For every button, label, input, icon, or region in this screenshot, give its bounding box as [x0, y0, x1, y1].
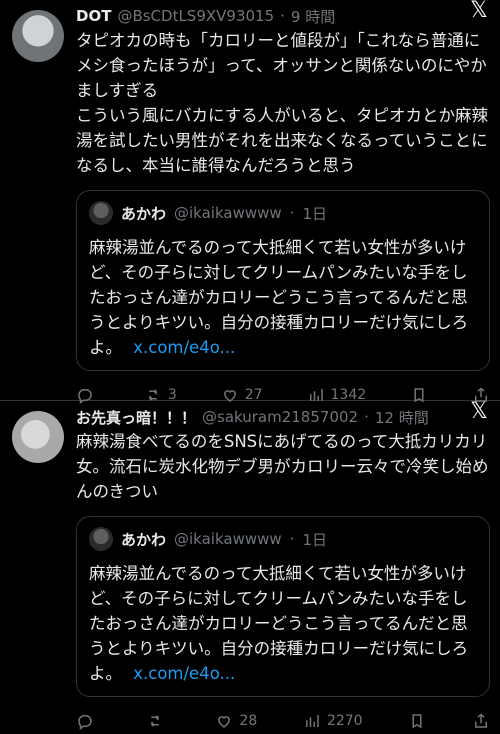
tweet-text: 麻辣湯食べてるのをSNSにあげてるのって大抵カリカリ女。流石に炭水化物デブ男がカ… [76, 429, 490, 504]
quote-text: 麻辣湯並んでるのって大抵細くて若い女性が多いけど、その子らに対してクリームパンみ… [89, 561, 477, 686]
quoted-tweet[interactable]: あかわ @ikaikawwww · 1日 麻辣湯並んでるのって大抵細くて若い女性… [76, 516, 490, 697]
retweet-button[interactable] [146, 711, 170, 731]
reply-icon [76, 712, 94, 730]
bookmark-button[interactable] [408, 711, 426, 731]
quote-author-handle[interactable]: @ikaikawwww [174, 530, 282, 548]
avatar[interactable] [12, 10, 64, 62]
author-name[interactable]: DOT [76, 7, 111, 25]
quote-avatar[interactable] [89, 201, 113, 225]
tweet-text: タピオカの時も「カロリーと値段が」「これなら普通にメシ食ったほうが」って、オッサ… [76, 28, 490, 178]
share-icon [472, 712, 490, 730]
quote-author-name[interactable]: あかわ [121, 529, 166, 550]
tweet-text-line: 麻辣湯食べてるのをSNSにあげてるのって大抵カリカリ女。流石に炭水化物デブ男がカ… [76, 432, 489, 501]
views-button[interactable]: 2270 [303, 711, 363, 731]
quote-text: 麻辣湯並んでるのって大抵細くて若い女性が多いけど、その子らに対してクリームパンみ… [89, 235, 477, 360]
tweet-time[interactable]: 12 時間 [375, 407, 429, 428]
quote-link[interactable]: x.com/e4o... [133, 338, 235, 357]
quote-time[interactable]: 1日 [302, 529, 327, 550]
reply-button[interactable] [76, 711, 100, 731]
author-handle[interactable]: @BsCDtLS9XV93015 [117, 7, 274, 25]
views-icon [303, 712, 321, 730]
quote-time[interactable]: 1日 [302, 203, 327, 224]
quote-link[interactable]: x.com/e4o... [133, 664, 235, 683]
dot-separator: · [289, 530, 295, 548]
share-button[interactable] [472, 711, 490, 731]
bookmark-icon [408, 712, 426, 730]
like-count: 28 [239, 713, 258, 729]
avatar[interactable] [12, 411, 64, 463]
author-name[interactable]: お先真っ暗！！！ [76, 407, 196, 428]
dot-separator: · [280, 7, 285, 25]
tweet-2[interactable]: 𝕏 お先真っ暗！！！ @sakuram21857002 · 12 時間 麻辣湯食… [0, 401, 500, 731]
quote-author-name[interactable]: あかわ [121, 203, 166, 224]
retweet-icon [146, 712, 164, 730]
views-count: 2270 [326, 713, 363, 729]
quoted-tweet[interactable]: あかわ @ikaikawwww · 1日 麻辣湯並んでるのって大抵細くて若い女性… [76, 190, 490, 371]
heart-icon [215, 712, 233, 730]
tweet-time[interactable]: 9 時間 [291, 6, 335, 27]
author-handle[interactable]: @sakuram21857002 [202, 408, 358, 426]
tweet-text-line: タピオカの時も「カロリーと値段が」「これなら普通にメシ食ったほうが」って、オッサ… [76, 31, 487, 100]
dot-separator: · [364, 408, 369, 426]
tweet-header: お先真っ暗！！！ @sakuram21857002 · 12 時間 [76, 407, 490, 427]
tweet-text-line: こういう風にバカにする人がいると、タピオカとか麻辣湯を試したい男性がそれを出来な… [76, 106, 489, 175]
quote-avatar[interactable] [89, 527, 113, 551]
dot-separator: · [289, 204, 295, 222]
quote-author-handle[interactable]: @ikaikawwww [174, 204, 282, 222]
tweet-header: DOT @BsCDtLS9XV93015 · 9 時間 [76, 6, 490, 26]
like-button[interactable]: 28 [215, 711, 257, 731]
tweet-1[interactable]: 𝕏 DOT @BsCDtLS9XV93015 · 9 時間 タピオカの時も「カロ… [0, 0, 500, 404]
tweet-actions: 28 2270 [76, 711, 490, 731]
